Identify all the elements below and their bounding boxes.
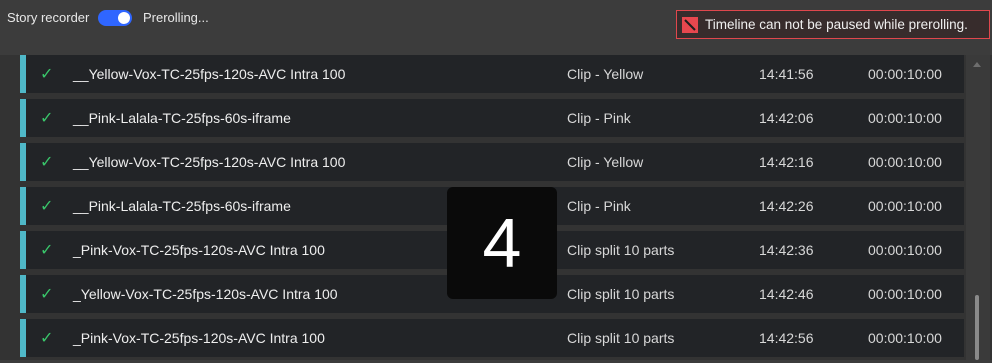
clip-color-stripe [20,143,26,181]
scroll-up-arrow-icon[interactable] [973,62,981,67]
clip-type: Clip - Yellow [567,154,644,170]
top-bar: Story recorder Prerolling... Timeline ca… [0,0,992,55]
clip-start-time: 14:42:56 [759,330,814,346]
check-icon: ✓ [40,286,54,303]
clip-duration: 00:00:10:00 [868,154,942,170]
clip-type: Clip - Pink [567,110,631,126]
error-icon [682,17,698,33]
clip-row[interactable]: ✓ __Yellow-Vox-TC-25fps-120s-AVC Intra 10… [20,55,964,93]
clip-duration: 00:00:10:00 [868,110,942,126]
check-icon: ✓ [40,198,54,215]
clip-duration: 00:00:10:00 [868,242,942,258]
clip-duration: 00:00:10:00 [868,286,942,302]
alert-text: Timeline can not be paused while preroll… [705,17,968,32]
story-recorder-label: Story recorder [7,10,90,25]
clip-start-time: 14:42:36 [759,242,814,258]
clip-type: Clip split 10 parts [567,242,675,258]
preroll-countdown: 4 [447,187,557,299]
clip-start-time: 14:42:16 [759,154,814,170]
story-recorder-toggle[interactable] [98,10,132,26]
toggle-knob [118,12,130,24]
clip-start-time: 14:42:46 [759,286,814,302]
clip-type: Clip split 10 parts [567,330,675,346]
clip-type: Clip - Yellow [567,66,644,82]
clip-color-stripe [20,187,26,225]
clip-color-stripe [20,231,26,269]
clip-name: _Pink-Vox-TC-25fps-120s-AVC Intra 100 [73,242,325,258]
clip-start-time: 14:41:56 [759,66,814,82]
clip-start-time: 14:42:06 [759,110,814,126]
clip-name: __Yellow-Vox-TC-25fps-120s-AVC Intra 100 [73,66,346,82]
prerolling-status: Prerolling... [143,10,209,25]
check-icon: ✓ [40,242,54,259]
clip-name: __Yellow-Vox-TC-25fps-120s-AVC Intra 100 [73,154,346,170]
clip-color-stripe [20,55,26,93]
clip-start-time: 14:42:26 [759,198,814,214]
vertical-scrollbar[interactable] [966,55,990,360]
check-icon: ✓ [40,66,54,83]
clip-row[interactable]: ✓ _Pink-Vox-TC-25fps-120s-AVC Intra 100 Cl… [20,319,964,357]
clip-duration: 00:00:10:00 [868,66,942,82]
clip-row[interactable]: ✓ __Yellow-Vox-TC-25fps-120s-AVC Intra 10… [20,143,964,181]
prerolling-alert: Timeline can not be paused while preroll… [676,10,990,39]
clip-type: Clip split 10 parts [567,286,675,302]
clip-name: _Yellow-Vox-TC-25fps-120s-AVC Intra 100 [73,286,338,302]
clip-name: _Pink-Vox-TC-25fps-120s-AVC Intra 100 [73,330,325,346]
clip-name: __Pink-Lalala-TC-25fps-60s-iframe [73,198,291,214]
check-icon: ✓ [40,330,54,347]
clip-color-stripe [20,319,26,357]
clip-duration: 00:00:10:00 [868,330,942,346]
clip-color-stripe [20,275,26,313]
check-icon: ✓ [40,154,54,171]
clip-color-stripe [20,99,26,137]
clip-name: __Pink-Lalala-TC-25fps-60s-iframe [73,110,291,126]
check-icon: ✓ [40,110,54,127]
clip-type: Clip - Pink [567,198,631,214]
clip-duration: 00:00:10:00 [868,198,942,214]
scroll-thumb[interactable] [975,295,979,360]
clip-row[interactable]: ✓ __Pink-Lalala-TC-25fps-60s-iframe Clip -… [20,99,964,137]
